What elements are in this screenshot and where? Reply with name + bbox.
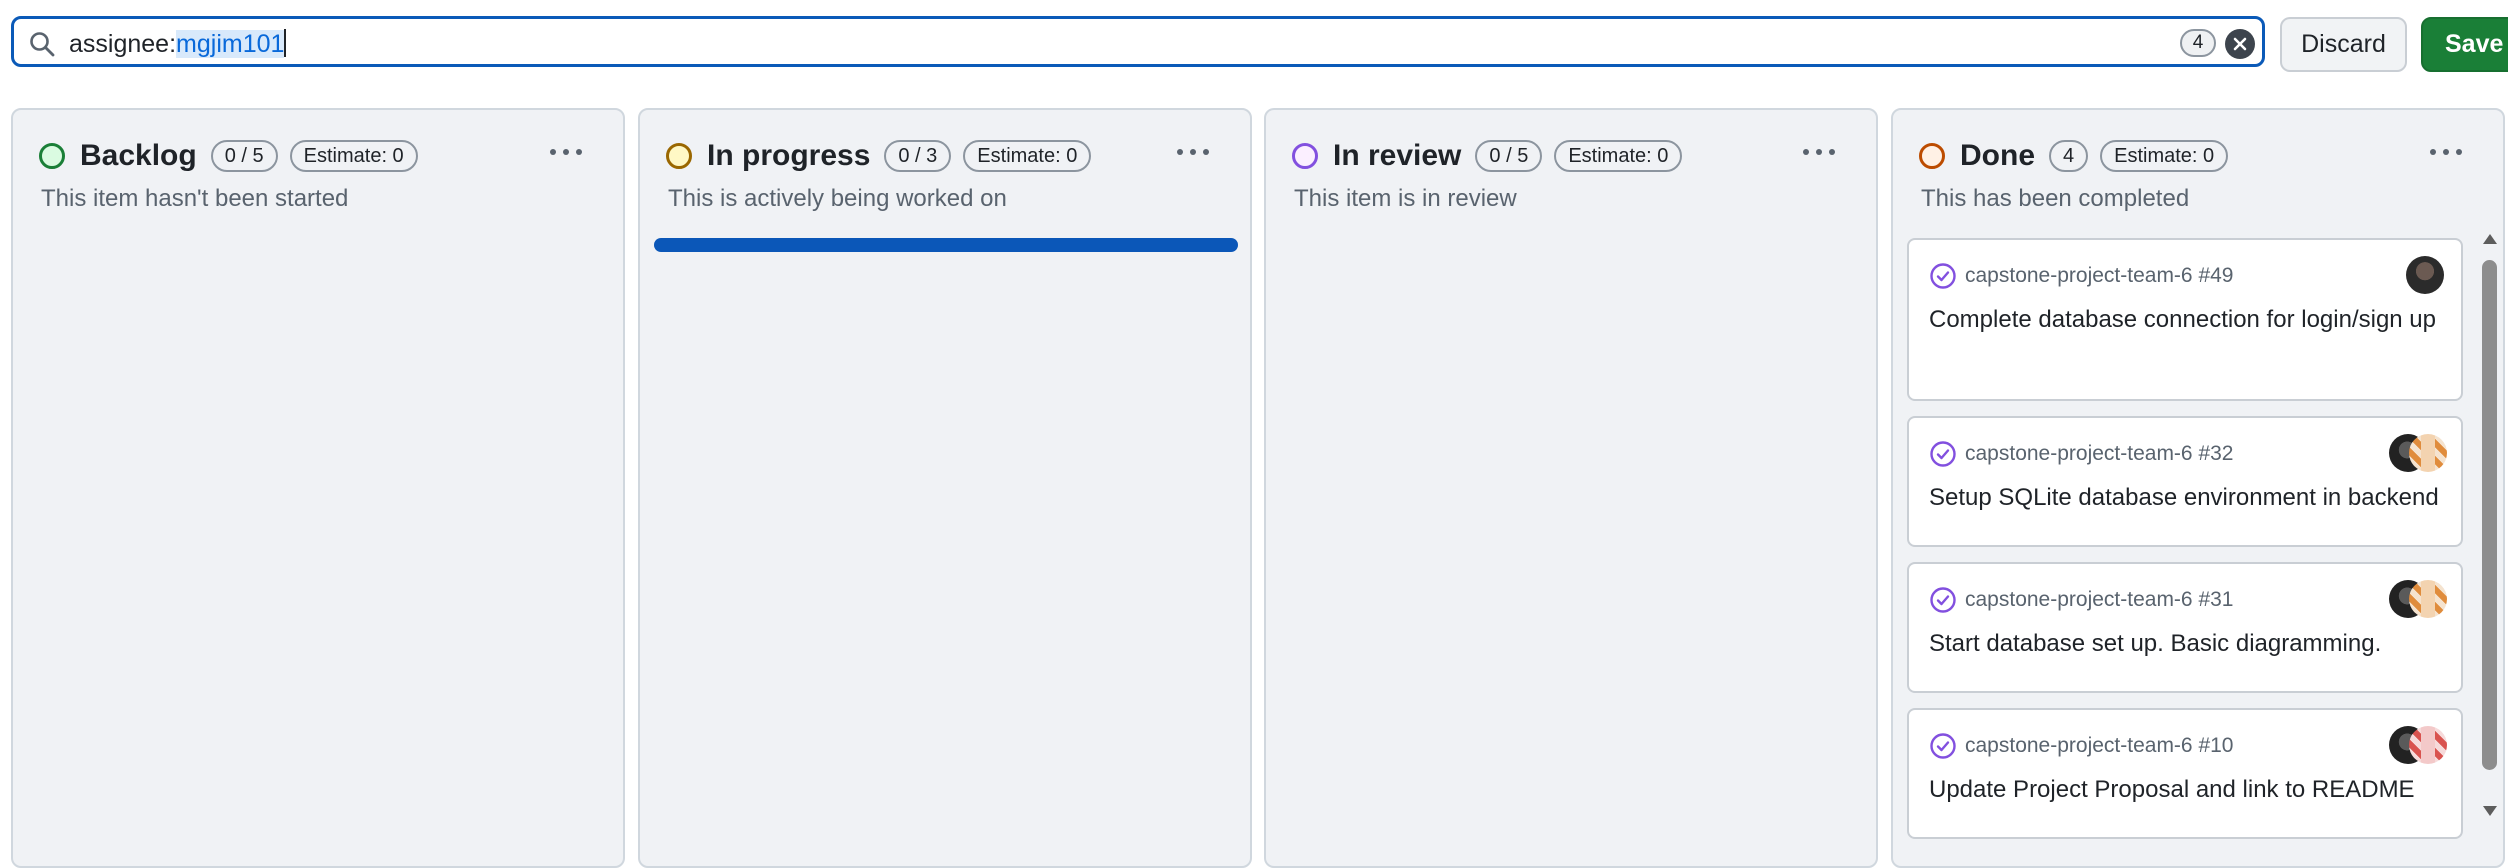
card-title[interactable]: Start database set up. Basic diagramming…: [1929, 628, 2439, 659]
column-backlog: Backlog 0 / 5 Estimate: 0 This item hasn…: [11, 108, 625, 868]
drop-indicator-bar: [654, 238, 1238, 252]
column-estimate-badge: Estimate: 0: [2100, 140, 2229, 172]
column-done: Done 4 Estimate: 0 This has been complet…: [1891, 108, 2505, 868]
column-estimate-badge: Estimate: 0: [963, 140, 1092, 172]
column-description: This has been completed: [1921, 185, 2190, 212]
column-description: This item is in review: [1294, 185, 1517, 212]
closed-issue-icon: [1930, 263, 1956, 289]
issue-card[interactable]: capstone-project-team-6 #31 Start databa…: [1907, 562, 2463, 693]
scroll-down-arrow-icon[interactable]: [2483, 806, 2497, 816]
closed-issue-icon: [1930, 733, 1956, 759]
card-repo-link[interactable]: capstone-project-team-6 #10: [1965, 732, 2233, 760]
done-column-scrollbar[interactable]: [2480, 234, 2500, 834]
filter-input[interactable]: assignee:mgjim101 4: [11, 16, 2265, 67]
more-options-icon[interactable]: [1800, 142, 1838, 162]
issue-card[interactable]: capstone-project-team-6 #49 Complete dat…: [1907, 238, 2463, 401]
search-icon: [30, 32, 55, 57]
issue-card[interactable]: capstone-project-team-6 #32 Setup SQLite…: [1907, 416, 2463, 547]
close-icon: [2233, 37, 2247, 51]
clear-filter-button[interactable]: [2225, 29, 2255, 59]
discard-button[interactable]: Discard: [2280, 17, 2407, 72]
column-count-badge: 0 / 5: [210, 140, 278, 172]
filter-query: assignee:mgjim101: [69, 29, 287, 59]
assignee-avatar[interactable]: [2406, 256, 2444, 294]
status-circle-icon: [1292, 143, 1318, 169]
column-in-progress: In progress 0 / 3 Estimate: 0 This is ac…: [638, 108, 1252, 868]
card-title[interactable]: Update Project Proposal and link to READ…: [1929, 774, 2439, 805]
assignee-avatar[interactable]: [2409, 580, 2447, 618]
column-header: Done 4 Estimate: 0: [1919, 136, 2240, 176]
card-repo-link[interactable]: capstone-project-team-6 #31: [1965, 586, 2233, 614]
status-circle-icon: [1919, 143, 1945, 169]
card-repo-link[interactable]: capstone-project-team-6 #49: [1965, 262, 2233, 290]
card-title[interactable]: Setup SQLite database environment in bac…: [1929, 482, 2439, 513]
column-count-badge: 0 / 5: [1475, 140, 1543, 172]
card-repo-link[interactable]: capstone-project-team-6 #32: [1965, 440, 2233, 468]
column-count-badge: 4: [2049, 140, 2089, 172]
column-title: In review: [1333, 139, 1462, 172]
assignee-avatar[interactable]: [2409, 434, 2447, 472]
issue-card[interactable]: capstone-project-team-6 #10 Update Proje…: [1907, 708, 2463, 839]
column-title: Backlog: [80, 139, 197, 172]
column-description: This item hasn't been started: [41, 185, 349, 212]
card-title[interactable]: Complete database connection for login/s…: [1929, 304, 2439, 335]
more-options-icon[interactable]: [547, 142, 585, 162]
more-options-icon[interactable]: [2427, 142, 2465, 162]
column-header: In progress 0 / 3 Estimate: 0: [666, 136, 1103, 176]
closed-issue-icon: [1930, 441, 1956, 467]
column-description: This is actively being worked on: [668, 185, 1007, 212]
status-circle-icon: [39, 143, 65, 169]
closed-issue-icon: [1930, 587, 1956, 613]
column-count-badge: 0 / 3: [884, 140, 952, 172]
status-circle-icon: [666, 143, 692, 169]
text-caret: [284, 29, 287, 57]
column-estimate-badge: Estimate: 0: [1554, 140, 1683, 172]
column-in-review: In review 0 / 5 Estimate: 0 This item is…: [1264, 108, 1878, 868]
save-button[interactable]: Save: [2421, 17, 2508, 72]
column-title: In progress: [707, 139, 871, 172]
filter-value: mgjim101: [176, 30, 285, 58]
scroll-thumb[interactable]: [2482, 260, 2497, 770]
column-header: In review 0 / 5 Estimate: 0: [1292, 136, 1694, 176]
filter-key: assignee:: [69, 30, 177, 58]
assignee-avatar[interactable]: [2409, 726, 2447, 764]
column-header: Backlog 0 / 5 Estimate: 0: [39, 136, 430, 176]
column-title: Done: [1960, 139, 2035, 172]
column-estimate-badge: Estimate: 0: [289, 140, 418, 172]
scroll-up-arrow-icon[interactable]: [2483, 234, 2497, 244]
more-options-icon[interactable]: [1174, 142, 1212, 162]
filter-result-count: 4: [2180, 29, 2216, 57]
